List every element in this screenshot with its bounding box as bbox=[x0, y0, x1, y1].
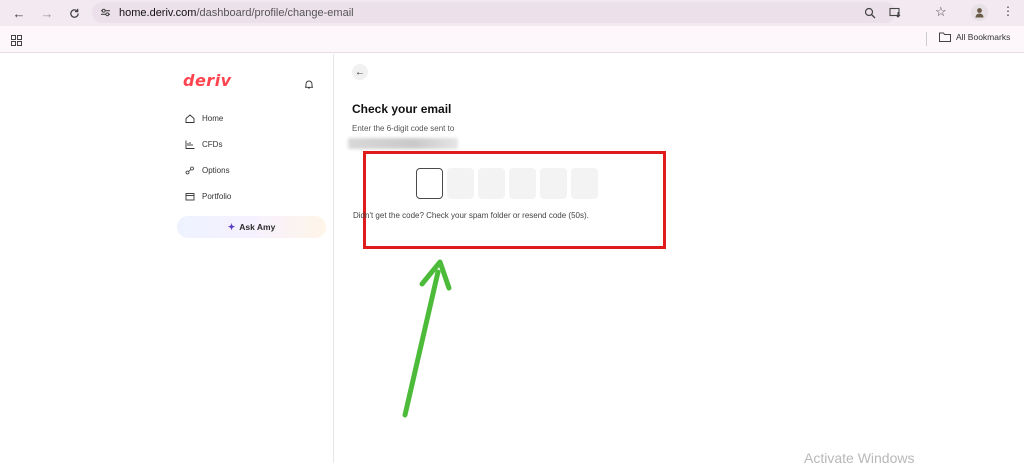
bookmarks-divider bbox=[926, 32, 927, 46]
site-settings-icon[interactable] bbox=[100, 8, 111, 17]
portfolio-icon bbox=[184, 191, 196, 201]
redacted-email bbox=[348, 138, 458, 149]
sidebar-item-portfolio[interactable]: Portfolio bbox=[184, 191, 231, 201]
chart-icon bbox=[184, 139, 196, 149]
page-subtitle: Enter the 6-digit code sent to bbox=[352, 124, 455, 133]
ask-amy-button[interactable]: ✦ Ask Amy bbox=[177, 216, 326, 238]
sidebar-item-label: Options bbox=[202, 165, 230, 175]
sidebar bbox=[0, 54, 334, 463]
activate-windows-watermark: Activate Windows bbox=[804, 450, 915, 466]
reload-icon[interactable] bbox=[63, 2, 85, 24]
profile-avatar[interactable] bbox=[971, 4, 988, 21]
annotation-highlight-box bbox=[363, 151, 666, 249]
apps-grid-icon[interactable] bbox=[11, 33, 22, 51]
sidebar-item-label: Home bbox=[202, 113, 224, 123]
arrow-left-icon: ← bbox=[355, 66, 365, 78]
forward-nav-icon[interactable]: → bbox=[36, 2, 58, 24]
back-nav-icon[interactable]: ← bbox=[8, 2, 30, 24]
otp-digit-input[interactable] bbox=[540, 168, 567, 199]
browser-toolbar: ← → home.deriv.com/dashboard/profile/cha… bbox=[0, 0, 1024, 26]
notification-bell-icon[interactable] bbox=[304, 76, 314, 94]
bookmark-star-icon[interactable]: ☆ bbox=[935, 4, 947, 20]
back-button[interactable]: ← bbox=[352, 64, 368, 80]
home-icon bbox=[184, 113, 196, 123]
folder-icon bbox=[939, 32, 951, 42]
otp-input-group bbox=[416, 168, 598, 199]
page-title: Check your email bbox=[352, 102, 452, 116]
browser-menu-icon[interactable]: ⋮ bbox=[1002, 4, 1014, 18]
annotation-arrow bbox=[402, 259, 452, 418]
zoom-icon[interactable] bbox=[864, 6, 876, 24]
sidebar-item-label: CFDs bbox=[202, 139, 223, 149]
options-icon bbox=[184, 165, 196, 175]
ask-amy-label: Ask Amy bbox=[239, 222, 276, 232]
bookmarks-bar: All Bookmarks bbox=[0, 26, 1024, 53]
deriv-logo[interactable]: deriv bbox=[183, 71, 232, 90]
sidebar-item-options[interactable]: Options bbox=[184, 165, 230, 175]
sidebar-item-label: Portfolio bbox=[202, 191, 232, 201]
install-app-icon[interactable] bbox=[889, 6, 902, 24]
url-host: home.deriv.com bbox=[119, 6, 197, 19]
address-bar[interactable]: home.deriv.com/dashboard/profile/change-… bbox=[92, 2, 896, 23]
sidebar-item-cfds[interactable]: CFDs bbox=[184, 139, 222, 149]
sparkle-icon: ✦ bbox=[227, 221, 236, 232]
resend-code-text[interactable]: Didn't get the code? Check your spam fol… bbox=[353, 211, 589, 220]
url-path: /dashboard/profile/change-email bbox=[196, 6, 354, 19]
otp-digit-input[interactable] bbox=[509, 168, 536, 199]
otp-digit-input[interactable] bbox=[416, 168, 443, 199]
otp-digit-input[interactable] bbox=[571, 168, 598, 199]
all-bookmarks-button[interactable]: All Bookmarks bbox=[939, 32, 1010, 42]
otp-digit-input[interactable] bbox=[447, 168, 474, 199]
url-text: home.deriv.com/dashboard/profile/change-… bbox=[119, 7, 354, 19]
otp-digit-input[interactable] bbox=[478, 168, 505, 199]
sidebar-item-home[interactable]: Home bbox=[184, 113, 223, 123]
all-bookmarks-label: All Bookmarks bbox=[956, 32, 1011, 42]
